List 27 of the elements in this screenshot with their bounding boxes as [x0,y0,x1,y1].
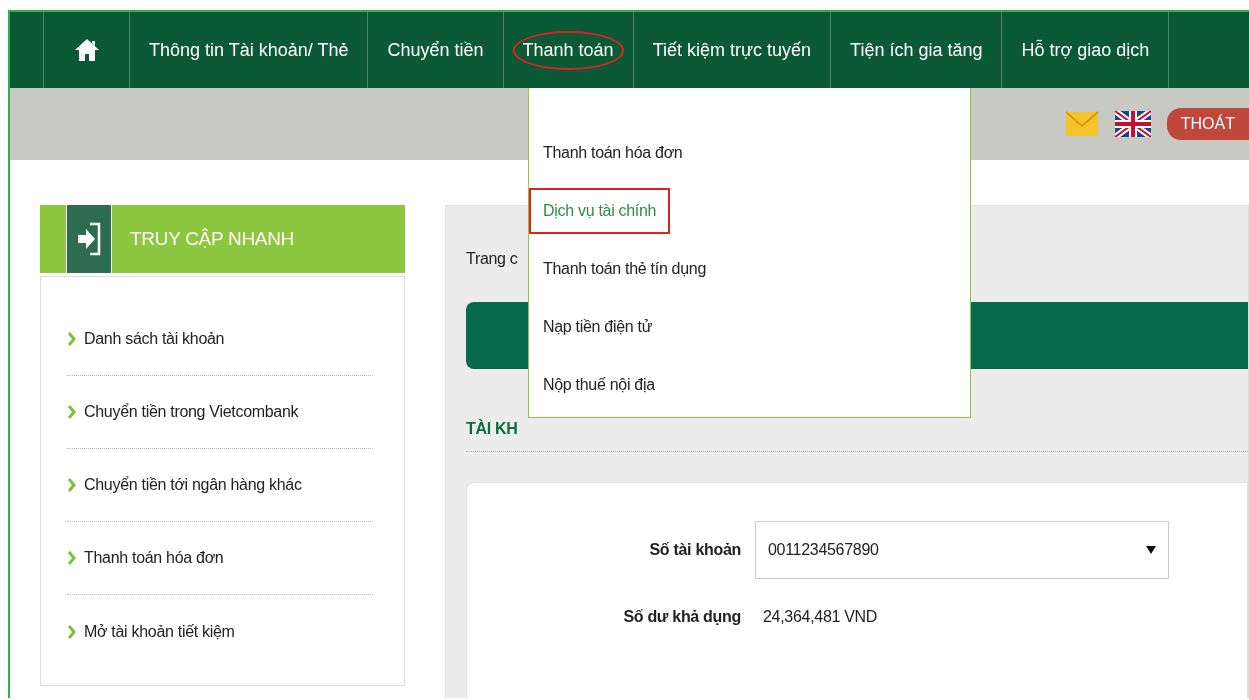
chevron-icon [67,404,76,420]
quick-link[interactable]: Thanh toán hóa đơn [84,546,224,570]
quick-link[interactable]: Chuyển tiền trong Vietcombank [84,400,299,424]
chevron-icon [67,331,76,347]
uk-flag-icon[interactable] [1114,111,1151,137]
dropdown-arrow-icon [1146,545,1156,554]
account-select[interactable]: 0011234567890 [755,520,1169,579]
balance-value: 24,364,481 VND [762,606,878,627]
chevron-icon [67,477,76,493]
chevron-icon [67,550,76,566]
home-icon [73,37,100,63]
menu-item[interactable]: Thanh toán hóa đơn [529,130,697,176]
breadcrumb-text: Trang c [466,250,518,267]
menu-item[interactable]: Nộp thuế nội địa [529,362,669,408]
menu-item[interactable]: Dịch vụ tài chính [529,188,671,234]
field-label: Số tài khoản [648,539,741,560]
logout-button[interactable]: THOÁT [1166,108,1249,140]
menu-item[interactable]: Thanh toán thẻ tín dụng [529,246,720,292]
chevron-icon [67,623,76,640]
panel-title: TRUY CẬP NHANH [129,226,295,251]
quick-link[interactable]: Mở tài khoản tiết kiệm [84,619,235,644]
field-label: Số dư khả dụng [622,606,741,627]
menu-item[interactable]: Nạp tiền điện tử [529,304,667,350]
quick-link[interactable]: Chuyển tiền tới ngân hàng khác [84,473,302,497]
login-arrow-icon [76,222,102,256]
section-heading: TÀI KH [466,419,518,437]
quick-link[interactable]: Danh sách tài khoản [84,327,225,351]
